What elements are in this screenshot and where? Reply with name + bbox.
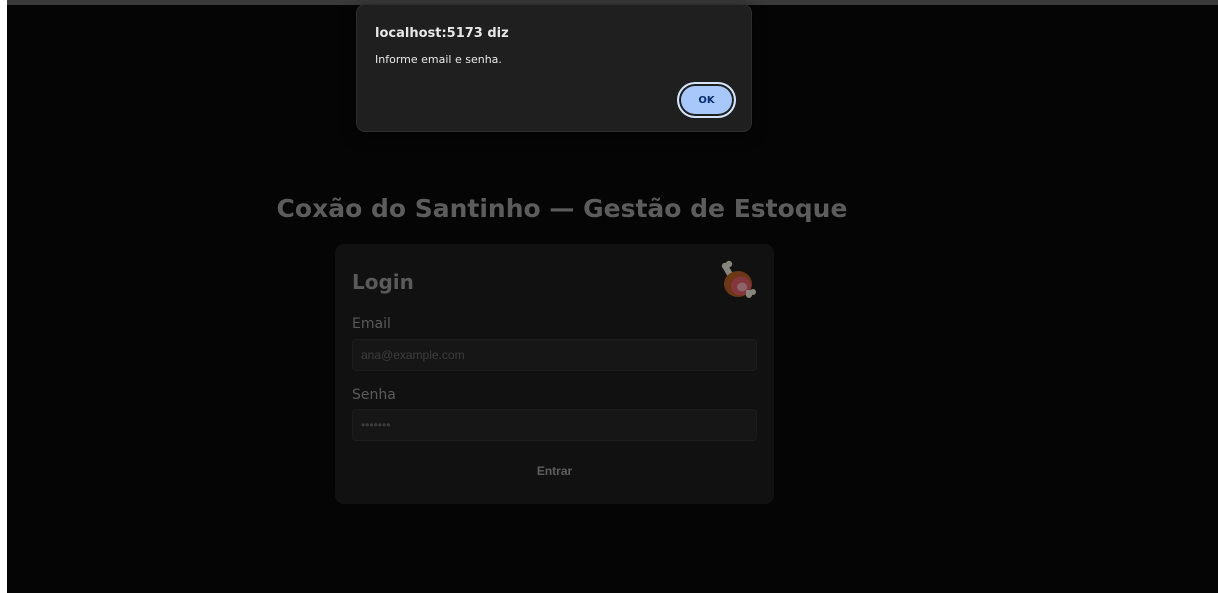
- page-title: Coxão do Santinho — Gestão de Estoque: [276, 194, 848, 223]
- dialog-title: localhost:5173 diz: [375, 26, 509, 41]
- browser-viewport: Coxão do Santinho — Gestão de Estoque Lo…: [7, 0, 1218, 593]
- login-heading: Login: [352, 270, 414, 294]
- password-input[interactable]: [352, 409, 757, 441]
- meat-on-bone-icon: [721, 260, 756, 298]
- alert-dialog: localhost:5173 diz Informe email e senha…: [356, 4, 752, 132]
- email-input[interactable]: [352, 339, 757, 371]
- password-label: Senha: [352, 387, 396, 403]
- login-button[interactable]: Entrar: [352, 456, 757, 486]
- ok-button[interactable]: OK: [677, 82, 736, 118]
- dialog-message: Informe email e senha.: [375, 53, 502, 66]
- login-card: Login Email Senha Entrar: [335, 244, 774, 504]
- email-label: Email: [352, 316, 391, 332]
